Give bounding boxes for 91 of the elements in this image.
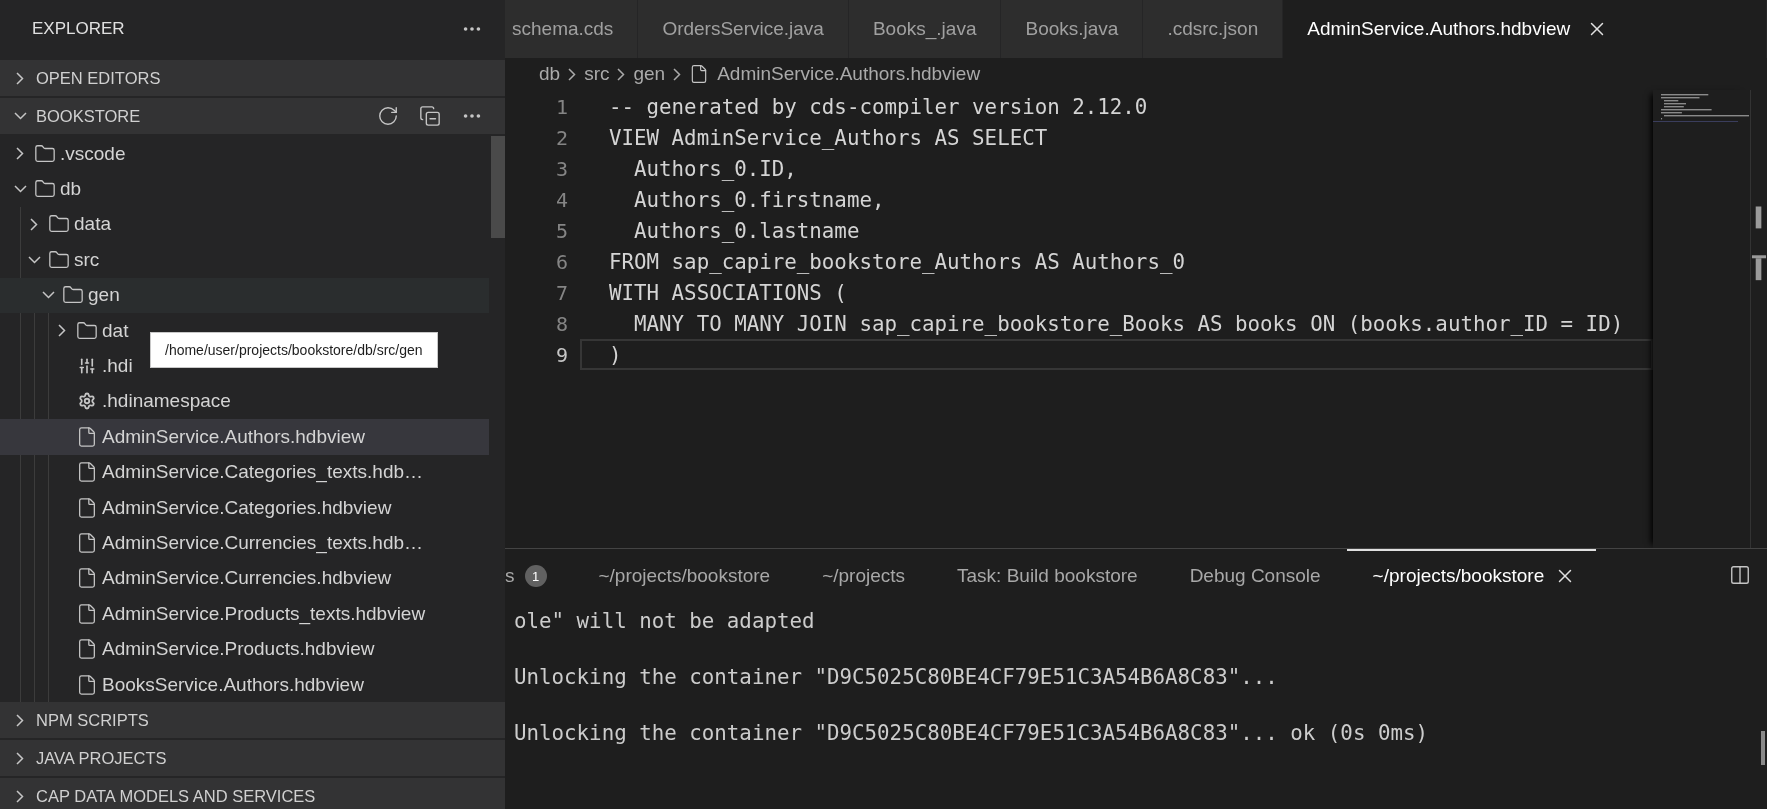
panel-tab[interactable]: s 1 — [505, 549, 573, 601]
code-line: FROM sap_capire_bookstore_Authors AS Authors_0 — [608, 248, 1186, 276]
tree-item[interactable]: .hdinamespace — [0, 383, 235, 420]
section-header[interactable]: BOOKSTORE — [0, 98, 505, 134]
gear-icon — [76, 392, 98, 411]
breadcrumb-item[interactable]: db — [539, 63, 561, 85]
tree-item[interactable]: AdminService.Categories_texts.hdb… — [0, 454, 428, 490]
scrollbar-thumb[interactable] — [491, 136, 505, 238]
chevron-icon — [568, 67, 577, 81]
code-line: WITH ASSOCIATIONS ( — [608, 279, 848, 307]
tree-item[interactable]: AdminService.Products.hdbview — [0, 631, 379, 667]
section-header[interactable]: OPEN EDITORS — [0, 60, 505, 96]
chevron-icon — [617, 67, 626, 81]
chevron-icon[interactable] — [16, 789, 24, 803]
chevron-icon[interactable] — [27, 255, 41, 264]
line-number: 8 — [554, 311, 569, 336]
line-number: 2 — [554, 125, 569, 150]
tree-item[interactable]: AdminService.Categories.hdbview — [0, 489, 396, 526]
chevron-icon[interactable] — [41, 291, 55, 300]
tree-item[interactable]: .hdi — [0, 348, 137, 384]
terminal-line: Unlocking the container "D9C5025C80BE4CF79E51C3A54B6A8C83"... ok (0s 0ms) — [514, 720, 1430, 747]
split-terminal-icon[interactable] — [1729, 564, 1751, 586]
chevron-icon[interactable] — [16, 713, 24, 727]
section-header[interactable]: NPM SCRIPTS — [0, 702, 505, 739]
panel-tab[interactable]: Debug Console — [1163, 549, 1347, 601]
tree-item[interactable]: gen — [0, 277, 489, 313]
file-icon — [76, 602, 98, 625]
tree-item[interactable]: dat — [0, 312, 133, 349]
chevron-icon[interactable] — [30, 217, 38, 231]
line-number: 5 — [554, 218, 569, 243]
tooltip: /home/user/projects/bookstore/db/src/gen — [150, 331, 438, 368]
tree-item[interactable]: .vscode — [0, 136, 130, 172]
terminal-line: ole" will not be adapted — [514, 608, 816, 635]
file-icon — [76, 567, 98, 590]
folder-icon — [76, 319, 98, 342]
code-line: -- generated by cds-compiler version 2.12.0 — [608, 93, 1149, 121]
editor-tab[interactable]: .cdsrc.json — [1143, 0, 1284, 58]
chevron-icon[interactable] — [16, 71, 24, 85]
chevron-icon[interactable] — [58, 324, 66, 338]
file-icon — [76, 425, 98, 448]
file-icon — [76, 496, 98, 519]
breadcrumb-item[interactable]: AdminService.Authors.hdbview — [689, 63, 981, 85]
chevron-icon[interactable] — [13, 185, 27, 194]
tree-item[interactable]: AdminService.Products_texts.hdbview — [0, 596, 430, 632]
file-icon — [76, 532, 98, 554]
code-line: Authors_0.firstname, — [633, 186, 886, 214]
tree-item[interactable]: BooksService.Authors.hdbview — [0, 666, 368, 703]
tree-item[interactable]: data — [0, 206, 115, 243]
code-line: MANY TO MANY JOIN sap_capire_bookstore_Books AS books ON (books.author_ID = ID) — [633, 310, 1625, 338]
breadcrumb-item[interactable]: src — [584, 63, 610, 85]
editor-tab[interactable]: schema.cds — [505, 0, 639, 58]
tree-item[interactable]: src — [0, 242, 104, 278]
section-header[interactable]: JAVA PROJECTS — [0, 740, 505, 777]
file-icon — [76, 638, 98, 661]
line-number: 4 — [554, 187, 569, 212]
line-number: 7 — [554, 280, 569, 305]
terminal-line: Unlocking the container "D9C5025C80BE4CF79E51C3A54B6A8C83"... — [514, 664, 1279, 691]
line-number: 9 — [554, 342, 569, 367]
chevron-icon — [673, 67, 682, 81]
panel-tab[interactable]: Task: Build bookstore — [931, 549, 1164, 601]
editor-tab[interactable]: Books.java — [1001, 0, 1144, 58]
tree-item[interactable]: db — [0, 171, 86, 207]
panel-tab[interactable]: ~/projects/bookstore — [1346, 549, 1597, 601]
editor-tab[interactable]: OrdersService.java — [638, 0, 849, 58]
code-line: VIEW AdminService_Authors AS SELECT — [608, 124, 1049, 152]
tree-item[interactable]: AdminService.Currencies.hdbview — [0, 560, 396, 597]
editor-tab[interactable]: AdminService.Authors.hdbview — [1283, 0, 1767, 58]
collapse-all-icon[interactable] — [419, 105, 441, 127]
code-line: Authors_0.lastname — [633, 217, 861, 245]
sidebar-title: EXPLORER — [32, 19, 125, 39]
line-number: 1 — [554, 94, 569, 119]
editor-tab[interactable]: Books_.java — [848, 0, 1002, 58]
tree-item[interactable]: AdminService.Authors.hdbview — [0, 419, 489, 455]
chevron-icon[interactable] — [16, 147, 24, 161]
section-header[interactable]: CAP DATA MODELS AND SERVICES — [0, 778, 505, 809]
chevron-icon[interactable] — [16, 751, 24, 765]
folder-icon — [48, 248, 70, 271]
refresh-icon[interactable] — [377, 105, 399, 127]
count-badge: 1 — [524, 565, 547, 587]
code-line: Authors_0.ID, — [633, 155, 798, 183]
line-number: 6 — [554, 249, 569, 274]
file-icon — [76, 461, 98, 484]
file-icon — [76, 673, 98, 696]
panel-tab[interactable]: ~/projects — [796, 549, 932, 601]
scrollbar-thumb[interactable] — [1761, 731, 1765, 765]
line-number: 3 — [554, 156, 569, 181]
folder-icon — [34, 142, 56, 165]
tree-item[interactable]: AdminService.Currencies_texts.hdb… — [0, 525, 428, 561]
chevron-icon[interactable] — [13, 112, 27, 120]
breadcrumb-item[interactable]: gen — [633, 63, 666, 85]
panel-tab[interactable]: ~/projects/bookstore — [572, 549, 797, 601]
